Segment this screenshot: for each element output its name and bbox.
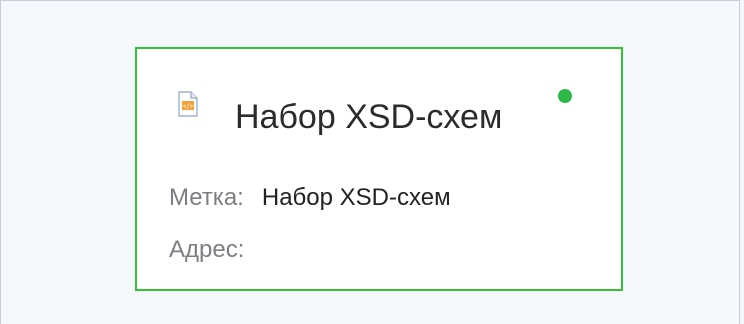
address-property: Адрес: — [169, 235, 262, 265]
status-indicator — [558, 89, 572, 103]
code-file-icon: </> — [177, 91, 199, 117]
label-property: Метка: Набор XSD-схем — [169, 183, 451, 213]
xsd-set-node[interactable]: </> Набор XSD-схем Метка: Набор XSD-схем … — [135, 47, 623, 291]
address-key: Адрес: — [169, 236, 245, 263]
label-key: Метка: — [169, 184, 244, 211]
diagram-canvas[interactable]: </> Набор XSD-схем Метка: Набор XSD-схем … — [0, 0, 740, 324]
svg-text:</>: </> — [183, 103, 194, 110]
label-value: Набор XSD-схем — [261, 184, 451, 211]
node-title: Набор XSD-схем — [235, 98, 503, 136]
